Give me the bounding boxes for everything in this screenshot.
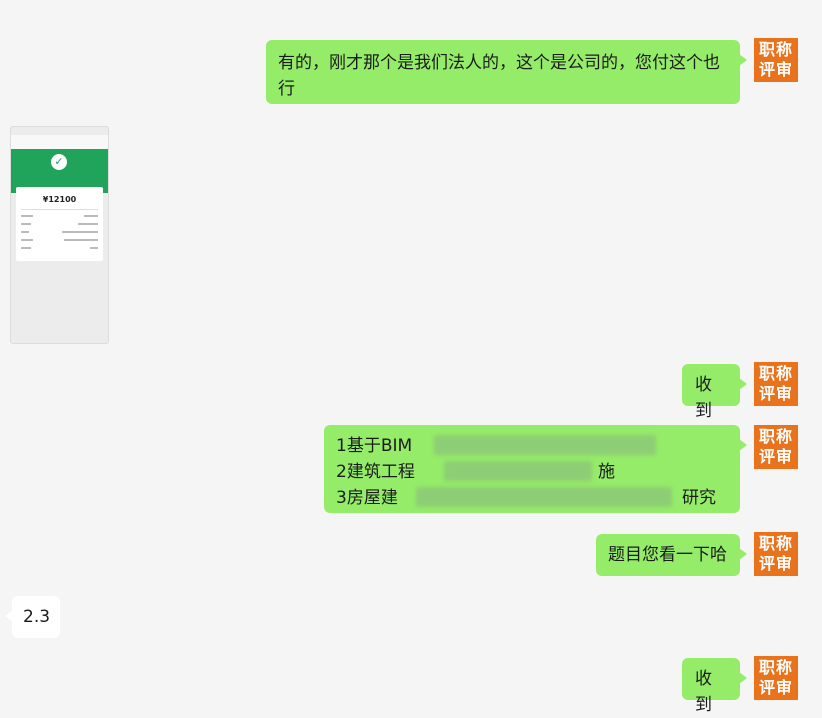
avatar[interactable]: 职称 评审 [754,532,798,576]
avatar-text-line1: 职称 [758,364,793,383]
avatar[interactable]: 职称 评审 [754,425,798,469]
checkmark-icon: ✓ [51,154,67,170]
redaction-mask [416,487,672,507]
thumb-receipt-card: ¥12100 [16,187,103,261]
avatar-text-line2: 评审 [758,678,793,697]
topic-line-2: 2建筑工程 [336,462,415,482]
message-bubble-outgoing[interactable]: 1基于BIM 2建筑工程 施 3房屋建 研究 [324,425,747,513]
avatar-text-line2: 评审 [758,554,793,573]
avatar[interactable]: 职称 评审 [754,38,798,82]
thumb-top-bar [11,135,108,149]
message-bubble-outgoing[interactable]: 收到 [682,364,747,421]
message-bubble-outgoing[interactable]: 有的，刚才那个是我们法人的，这个是公司的，您付这个也行 [266,40,747,104]
avatar-text-line1: 职称 [758,534,793,553]
message-text: 题目您看一下哈 [608,545,727,565]
topic-line-3: 3房屋建 [336,488,398,508]
topic-line-3-tail: 研究 [682,488,716,508]
message-text: 2.3 [23,607,51,627]
avatar-text-line2: 评审 [758,384,793,403]
avatar-text-line1: 职称 [758,40,793,59]
message-bubble-outgoing[interactable]: 收到 [682,658,747,715]
avatar-text-line1: 职称 [758,658,793,677]
avatar-text-line2: 评审 [758,60,793,79]
message-text: 收到 [695,375,712,421]
topic-line-1: 1基于BIM [336,436,413,456]
redaction-mask [434,435,656,455]
message-bubble-incoming[interactable]: 2.3 [5,596,60,638]
avatar[interactable]: 职称 评审 [754,362,798,406]
message-text: 有的，刚才那个是我们法人的，这个是公司的，您付这个也行 [278,53,720,99]
thumb-amount: ¥12100 [42,195,77,204]
avatar-text-line2: 评审 [758,447,793,466]
payment-screenshot-image[interactable]: ✓ ¥12100 [10,126,109,344]
redaction-mask [444,461,592,481]
message-bubble-outgoing[interactable]: 题目您看一下哈 [596,534,747,576]
topic-line-2-tail: 施 [598,462,615,482]
thumb-status-bar [11,127,108,135]
avatar-text-line1: 职称 [758,427,793,446]
message-text: 收到 [695,669,712,715]
avatar[interactable]: 职称 评审 [754,656,798,700]
